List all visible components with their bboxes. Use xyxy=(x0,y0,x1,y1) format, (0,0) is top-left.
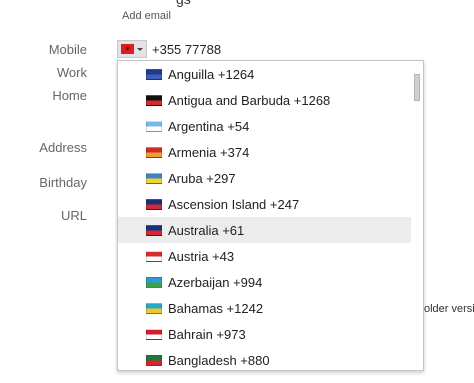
home-label: Home xyxy=(52,88,87,103)
ascension-island-flag-icon xyxy=(146,198,162,210)
caret-down-icon xyxy=(137,48,143,51)
country-code-menu[interactable]: Anguilla +1264 Antigua and Barbuda +1268 A… xyxy=(117,60,424,371)
country-option[interactable]: Antigua and Barbuda +1268 xyxy=(118,87,411,113)
armenia-flag-icon xyxy=(146,146,162,158)
scrollbar-thumb[interactable] xyxy=(414,74,420,101)
country-option[interactable]: Argentina +54 xyxy=(118,113,411,139)
url-label: URL xyxy=(60,208,87,223)
country-option[interactable]: Austria +43 xyxy=(118,243,411,269)
azerbaijan-flag-icon xyxy=(146,276,162,288)
country-option[interactable]: Bahamas +1242 xyxy=(118,295,411,321)
country-option[interactable]: Australia +61 xyxy=(118,217,411,243)
country-option-label: Bahamas +1242 xyxy=(168,300,264,316)
austria-flag-icon xyxy=(146,250,162,262)
address-label: Address xyxy=(39,140,87,155)
aruba-flag-icon xyxy=(146,172,162,184)
country-option-label: Anguilla +1264 xyxy=(168,66,255,82)
work-label: Work xyxy=(56,65,87,80)
antigua-and-barbuda-flag-icon xyxy=(146,94,162,106)
country-option-label: Aruba +297 xyxy=(168,170,236,186)
country-option-label: Antigua and Barbuda +1268 xyxy=(168,92,331,108)
add-email-link[interactable]: Add email xyxy=(122,10,171,22)
scrollbar[interactable] xyxy=(411,61,423,370)
country-option-label: Bahrain +973 xyxy=(168,326,246,342)
bangladesh-flag-icon xyxy=(146,354,162,366)
bahrain-flag-icon xyxy=(146,328,162,340)
country-code-dropdown-button[interactable]: ✶ xyxy=(117,40,147,58)
country-option[interactable]: Anguilla +1264 xyxy=(118,61,411,87)
country-option-label: Azerbaijan +994 xyxy=(168,274,263,290)
country-option[interactable]: Bangladesh +880 xyxy=(118,347,411,370)
mobile-phone-input[interactable]: +355 77788 xyxy=(152,42,221,57)
country-option-label: Australia +61 xyxy=(168,222,245,238)
country-option-label: Bangladesh +880 xyxy=(168,352,270,368)
anguilla-flag-icon xyxy=(146,68,162,80)
country-option-label: Austria +43 xyxy=(168,248,235,264)
albania-flag-icon: ✶ xyxy=(121,44,134,54)
country-option[interactable]: Ascension Island +247 xyxy=(118,191,411,217)
country-option-label: Ascension Island +247 xyxy=(168,196,300,212)
country-option[interactable]: Aruba +297 xyxy=(118,165,411,191)
older-version-link[interactable]: older versio xyxy=(424,303,474,315)
bahamas-flag-icon xyxy=(146,302,162,314)
birthday-label: Birthday xyxy=(39,175,87,190)
argentina-flag-icon xyxy=(146,120,162,132)
mobile-label: Mobile xyxy=(48,42,87,57)
country-option-label: Argentina +54 xyxy=(168,118,250,134)
country-option[interactable]: Bahrain +973 xyxy=(118,321,411,347)
page-heading-clipped: gs xyxy=(176,0,191,7)
australia-flag-icon xyxy=(146,224,162,236)
country-option[interactable]: Armenia +374 xyxy=(118,139,411,165)
country-option[interactable]: Azerbaijan +994 xyxy=(118,269,411,295)
country-option-label: Armenia +374 xyxy=(168,144,250,160)
